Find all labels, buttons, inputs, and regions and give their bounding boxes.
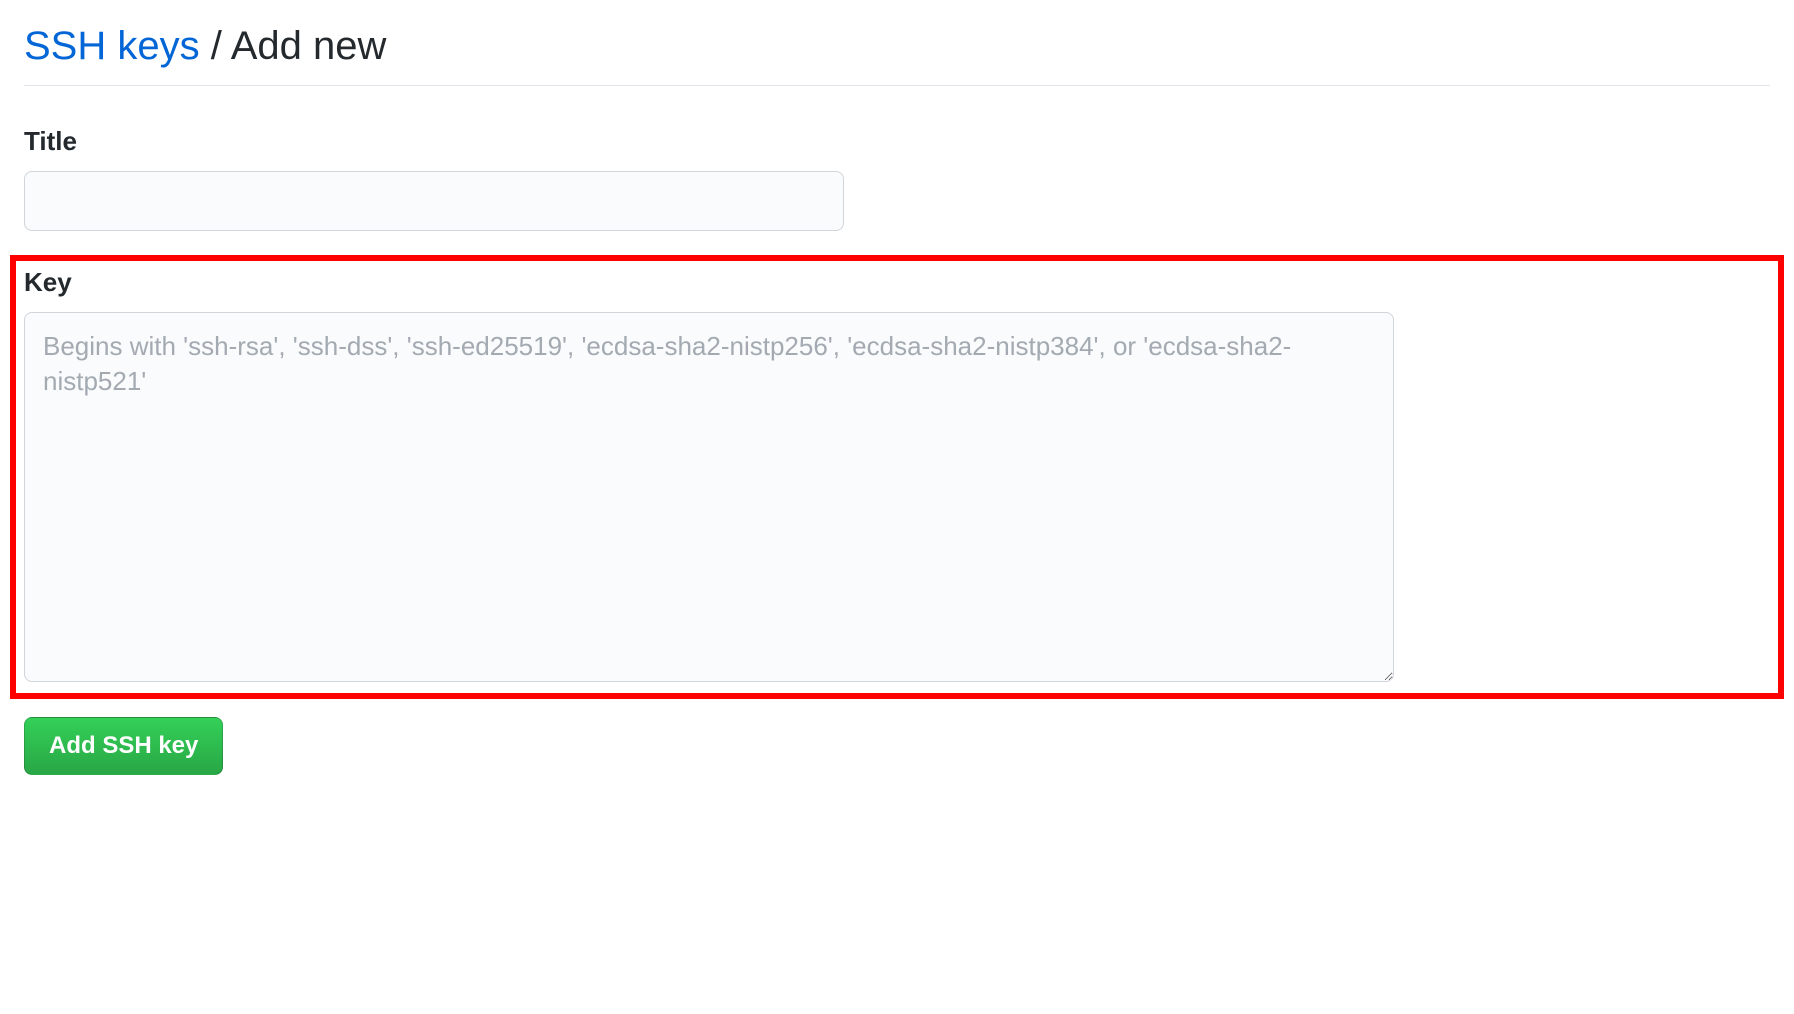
key-textarea[interactable]: [24, 312, 1394, 682]
title-group: Title: [24, 126, 1770, 231]
breadcrumb-separator: /: [200, 24, 231, 68]
key-highlight-box: Key: [10, 255, 1784, 699]
key-label: Key: [24, 267, 1770, 298]
page-title: Add new: [231, 24, 387, 68]
title-label: Title: [24, 126, 1770, 157]
ssh-keys-link[interactable]: SSH keys: [24, 24, 200, 68]
key-group: Key: [24, 267, 1770, 687]
page-header: SSH keys / Add new: [24, 24, 1770, 86]
add-ssh-key-button[interactable]: Add SSH key: [24, 717, 223, 775]
title-input[interactable]: [24, 171, 844, 231]
